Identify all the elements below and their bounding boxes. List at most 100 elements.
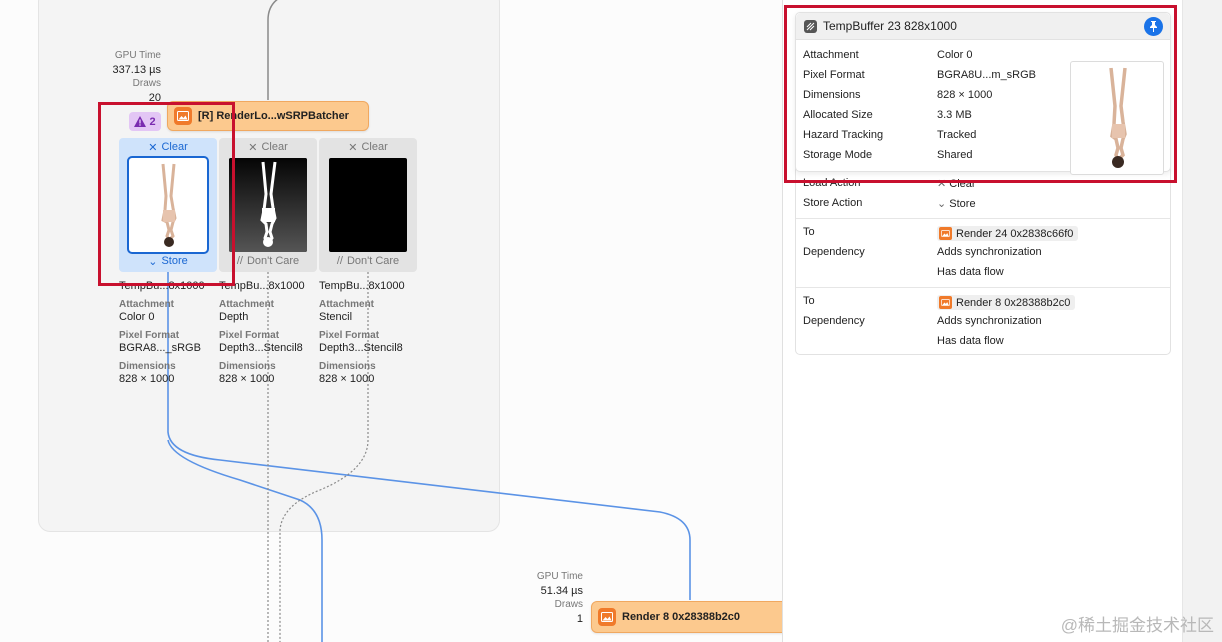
attachment-title: TempBu...8x1000 xyxy=(319,280,405,292)
draws-label: Draws xyxy=(554,599,583,610)
load-action: ✕ Clear xyxy=(319,138,417,156)
dependency-graph-canvas[interactable]: GPU Time 337.13 µs Draws 20 2 [R] Render… xyxy=(0,0,782,642)
attachment-stencil[interactable]: ✕ Clear // Don't Care TempBu...8x1000 At… xyxy=(319,138,417,386)
attachment-thumbnail[interactable] xyxy=(229,158,307,252)
meta-key: Pixel Format xyxy=(319,330,380,341)
render-pass-icon xyxy=(598,608,616,626)
incoming-wire xyxy=(267,0,278,100)
prop-value: Shared xyxy=(937,149,973,161)
attachment-meta: TempBu...8x1000 Attachment Stencil Pixel… xyxy=(319,280,417,386)
gpu-time-label: GPU Time xyxy=(536,571,583,582)
attachment-depth[interactable]: ✕ Clear // Don't Care TempBu...8x1000 At… xyxy=(219,138,317,386)
prop-key: To xyxy=(803,295,815,307)
prop-key: Allocated Size xyxy=(803,109,873,121)
dont-care-icon: // xyxy=(336,255,343,267)
watermark: @稀土掘金技术社区 xyxy=(1060,616,1214,635)
prop-key: Load Action xyxy=(803,177,861,189)
prop-value: Has data flow xyxy=(937,266,1004,278)
render-pass-node[interactable]: [R] RenderLo...wSRPBatcher xyxy=(167,101,369,131)
top-pass-stats: GPU Time 337.13 µs Draws 20 xyxy=(96,49,161,105)
meta-key: Dimensions xyxy=(219,361,276,372)
gpu-time-label: GPU Time xyxy=(114,50,161,61)
meta-key: Attachment xyxy=(119,299,175,310)
render-pass-icon xyxy=(939,296,952,309)
prop-key: Hazard Tracking xyxy=(803,129,884,141)
store-action-value: Store xyxy=(949,198,976,210)
prop-key: To xyxy=(803,226,815,238)
meta-value: BGRA8..._sRGB xyxy=(119,342,201,354)
prop-value: Render 24 0x2838c66f0 xyxy=(937,226,1079,241)
prop-value: ✕ Clear xyxy=(937,177,976,190)
meta-value: Stencil xyxy=(319,311,353,323)
meta-value: Depth3...Stencil8 xyxy=(319,342,403,354)
prop-value: Adds synchronization xyxy=(937,315,1042,327)
texture-icon xyxy=(804,19,817,33)
load-action-label: Clear xyxy=(261,141,288,153)
render-pass-name: [R] RenderLo...wSRPBatcher xyxy=(198,110,349,122)
attachment-thumbnail[interactable] xyxy=(329,158,407,252)
dont-care-icon: // xyxy=(236,255,243,267)
meta-value: 828 × 1000 xyxy=(319,373,375,385)
prop-key: Attachment xyxy=(803,49,859,61)
store-action: // Don't Care xyxy=(219,252,317,270)
clear-icon: ✕ xyxy=(937,178,950,190)
resource-popover: TempBuffer 23 828x1000 Attachment Color 0… xyxy=(795,12,1171,175)
load-action-label: Clear xyxy=(161,141,188,153)
prop-key: Dependency xyxy=(803,246,865,258)
bottom-pass-stats: GPU Time 51.34 µs Draws 1 xyxy=(518,570,583,626)
resource-preview[interactable] xyxy=(1070,61,1164,175)
figure-image xyxy=(1109,67,1127,168)
divider xyxy=(796,287,1170,288)
warning-badge[interactable]: 2 xyxy=(129,112,161,131)
render-pass-icon xyxy=(939,227,952,240)
meta-key: Dimensions xyxy=(319,361,376,372)
attachment-card[interactable]: ✕ Clear ⌄ Store xyxy=(119,138,217,272)
scroll-gutter xyxy=(1182,0,1222,642)
meta-value: 828 × 1000 xyxy=(119,373,175,385)
store-action-label: Store xyxy=(161,255,188,267)
attachment-thumbnail[interactable] xyxy=(127,156,209,254)
prop-value: ⌄ Store xyxy=(937,197,976,210)
draws-label: Draws xyxy=(132,78,161,89)
prop-key: Dependency xyxy=(803,315,865,327)
render-link-chip[interactable]: Render 24 0x2838c66f0 xyxy=(937,226,1079,241)
prop-value: Render 8 0x28388b2c0 xyxy=(937,295,1076,310)
render-pass-icon xyxy=(174,107,192,125)
gpu-time-value: 51.34 µs xyxy=(540,585,583,597)
clear-icon: ✕ xyxy=(348,141,358,154)
pin-button[interactable] xyxy=(1144,17,1163,36)
prop-key: Pixel Format xyxy=(803,69,865,81)
divider xyxy=(796,218,1170,219)
load-action: ✕ Clear xyxy=(119,138,217,156)
render-pass-name: Render 8 0x28388b2c0 xyxy=(622,611,741,623)
store-action-label: Don't Care xyxy=(346,255,400,267)
store-action: ⌄ Store xyxy=(119,252,217,270)
store-action-label: Don't Care xyxy=(246,255,300,267)
warning-count: 2 xyxy=(149,115,156,128)
resource-title: TempBuffer 23 828x1000 xyxy=(823,19,957,33)
actions-dependencies-box: Load Action ✕ Clear Store Action ⌄ Store… xyxy=(795,160,1171,355)
render-link-label: Render 8 0x28388b2c0 xyxy=(956,296,1071,309)
render8-pass-node[interactable]: Render 8 0x28388b2c0 xyxy=(591,601,782,633)
prop-key: Storage Mode xyxy=(803,149,873,161)
draws-value: 1 xyxy=(576,613,583,625)
attachment-meta: TempBu...8x1000 Attachment Color 0 Pixel… xyxy=(119,280,217,386)
meta-key: Dimensions xyxy=(119,361,176,372)
attachment-color0[interactable]: ✕ Clear ⌄ Store TempBu...8x1000 Attachme… xyxy=(119,138,217,386)
store-action: // Don't Care xyxy=(319,252,417,270)
prop-value: 3.3 MB xyxy=(937,109,972,121)
figure-image xyxy=(161,163,177,247)
render-link-chip[interactable]: Render 8 0x28388b2c0 xyxy=(937,295,1076,310)
pin-icon xyxy=(1150,21,1157,32)
attachment-card[interactable]: ✕ Clear // Don't Care xyxy=(219,138,317,272)
meta-key: Pixel Format xyxy=(219,330,280,341)
prop-value: Color 0 xyxy=(937,49,973,61)
meta-value: 828 × 1000 xyxy=(219,373,275,385)
attachment-meta: TempBu...8x1000 Attachment Depth Pixel F… xyxy=(219,280,317,386)
draws-value: 20 xyxy=(148,92,161,104)
load-action-label: Clear xyxy=(361,141,388,153)
attachment-card[interactable]: ✕ Clear // Don't Care xyxy=(319,138,417,272)
meta-value: Color 0 xyxy=(119,311,155,323)
meta-value: Depth3...Stencil8 xyxy=(219,342,303,354)
prop-value: Has data flow xyxy=(937,335,1004,347)
